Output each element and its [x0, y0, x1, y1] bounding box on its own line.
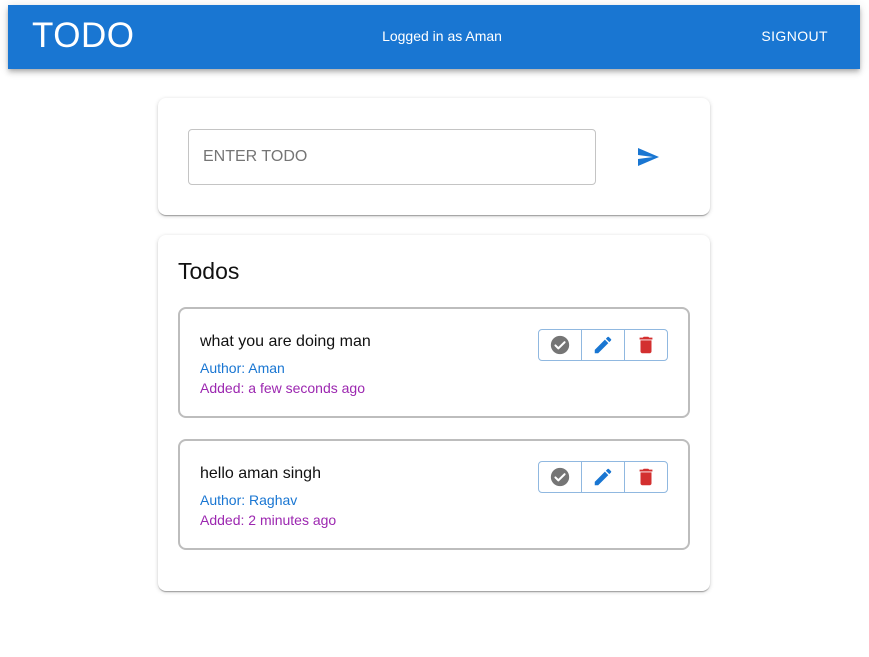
delete-button[interactable] — [624, 462, 667, 492]
check-circle-icon — [550, 335, 570, 355]
send-button[interactable] — [630, 139, 666, 175]
signout-button[interactable]: SIGNOUT — [753, 23, 836, 49]
todo-list-card: Todos what you are doing man Author: Ama… — [158, 235, 710, 591]
todos-heading: Todos — [178, 258, 240, 284]
todo-item: what you are doing man Author: Aman Adde… — [178, 307, 690, 418]
todo-added-time: Added: a few seconds ago — [200, 380, 366, 396]
edit-button[interactable] — [581, 330, 624, 360]
todo-item: hello aman singh Author: Raghav Added: 2… — [178, 439, 690, 550]
edit-button[interactable] — [581, 462, 624, 492]
todo-input[interactable] — [188, 129, 596, 185]
app-bar: TODO Logged in as Aman SIGNOUT — [8, 5, 860, 69]
delete-trash-icon — [639, 468, 653, 486]
todo-text: hello aman singh — [200, 465, 321, 482]
delete-trash-icon — [639, 336, 653, 354]
todo-text: what you are doing man — [200, 333, 371, 350]
send-icon — [638, 148, 659, 166]
check-circle-icon — [550, 467, 570, 487]
todo-author: Author: Aman — [200, 360, 285, 376]
mark-done-button[interactable] — [539, 330, 581, 360]
todo-author: Author: Raghav — [200, 492, 298, 508]
delete-button[interactable] — [624, 330, 667, 360]
edit-pencil-icon — [594, 468, 612, 486]
mark-done-button[interactable] — [539, 462, 581, 492]
todo-action-group — [538, 461, 668, 493]
todo-action-group — [538, 329, 668, 361]
todo-added-time: Added: 2 minutes ago — [200, 512, 337, 528]
edit-pencil-icon — [594, 336, 612, 354]
todo-composer-card — [158, 98, 710, 215]
logged-in-status: Logged in as Aman — [382, 28, 502, 44]
